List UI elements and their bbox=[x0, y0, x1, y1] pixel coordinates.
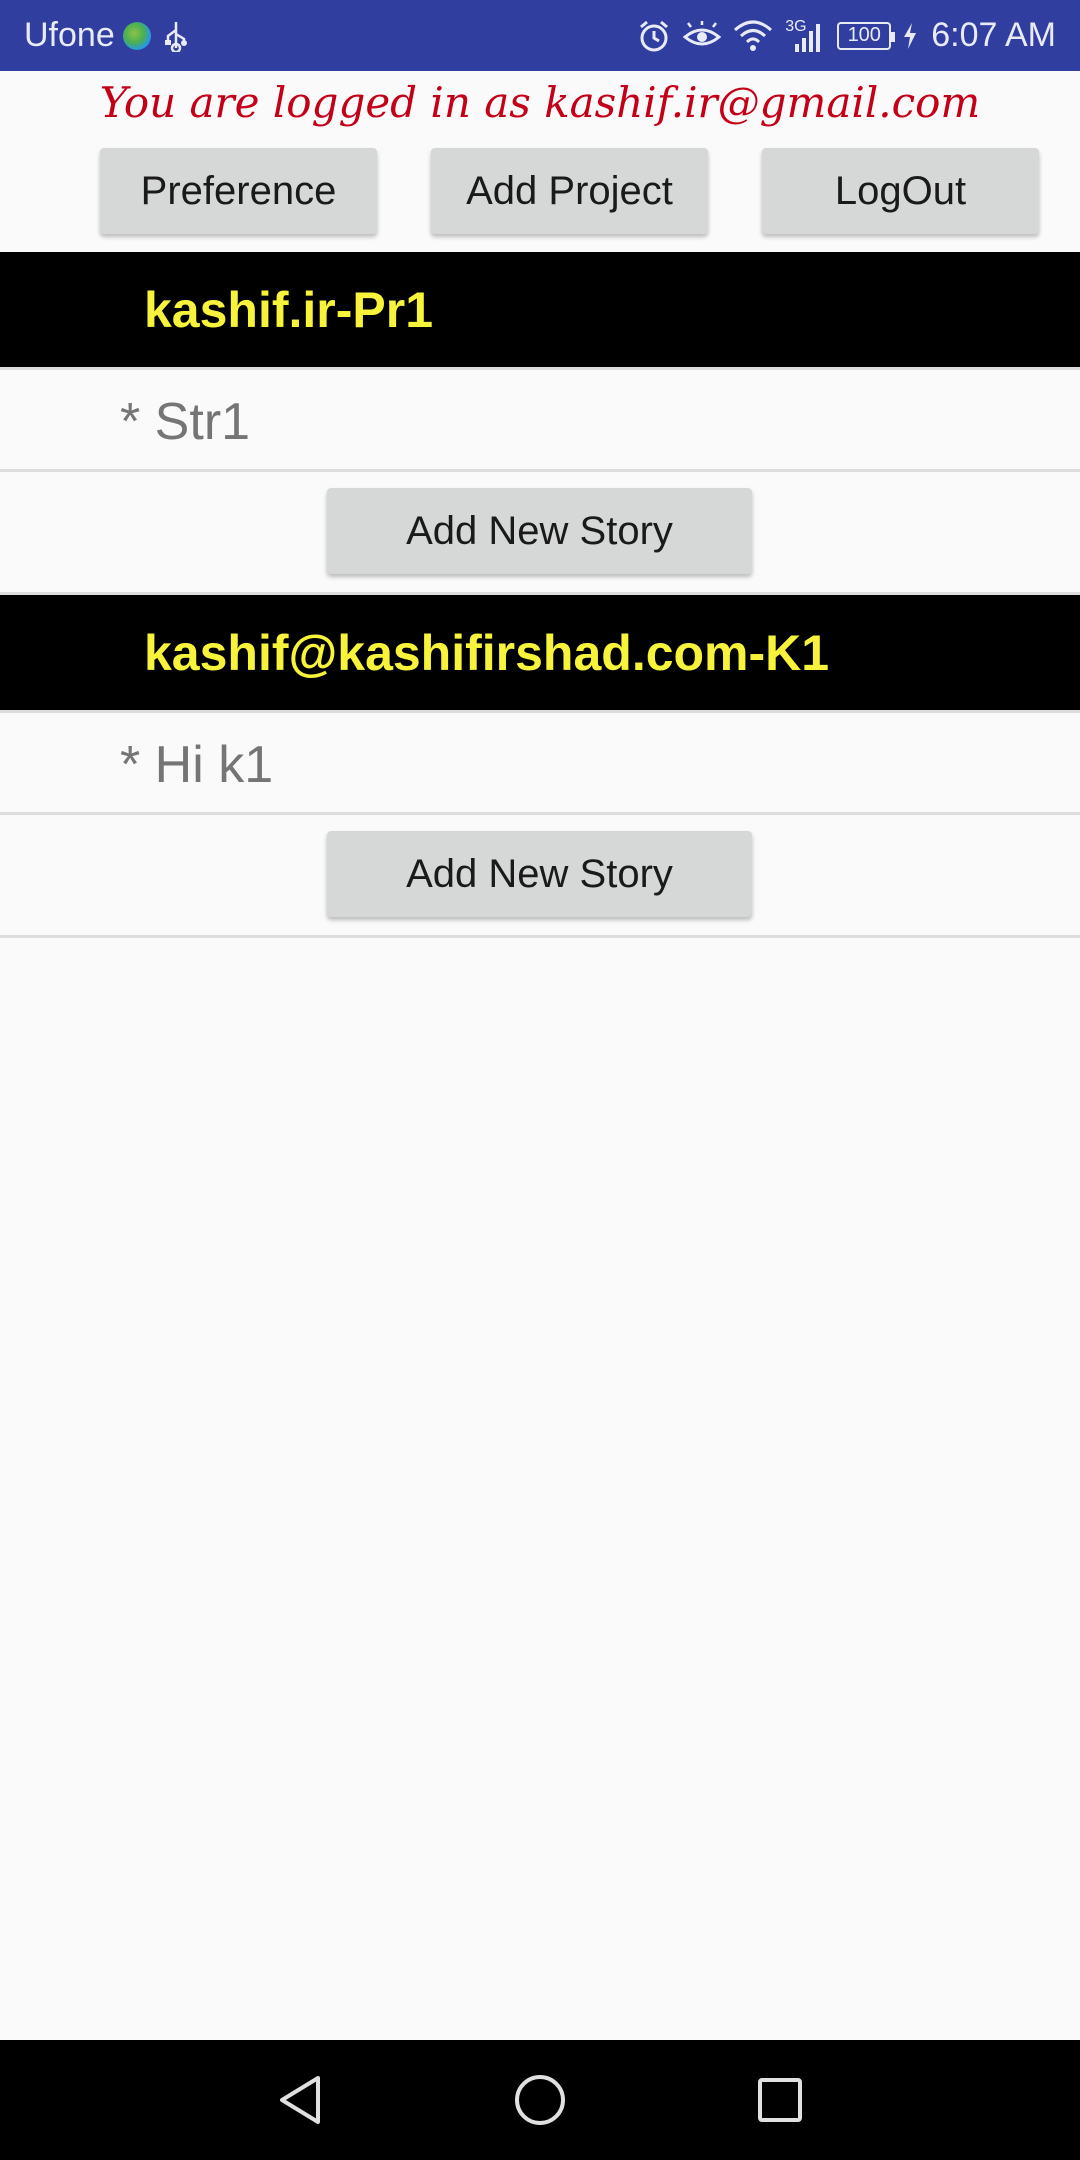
logged-in-label: You are logged in as kashif.ir@gmail.com bbox=[99, 78, 981, 127]
add-new-story-button[interactable]: Add New Story bbox=[327, 488, 752, 574]
logout-button[interactable]: LogOut bbox=[762, 148, 1039, 234]
status-bar-left: Ufone bbox=[24, 16, 189, 55]
toolbar: Preference Add Project LogOut bbox=[0, 148, 1080, 236]
wifi-icon bbox=[733, 20, 773, 52]
recents-icon[interactable] bbox=[740, 2060, 820, 2140]
divider bbox=[0, 935, 1080, 938]
eye-icon bbox=[683, 20, 722, 51]
charging-icon bbox=[903, 22, 917, 49]
back-icon[interactable] bbox=[260, 2060, 340, 2140]
status-bar: Ufone 3G 100 6:07 AM bbox=[0, 0, 1080, 71]
navigation-bar bbox=[0, 2040, 1080, 2160]
clock: 6:07 AM bbox=[931, 16, 1056, 54]
battery-level: 100 bbox=[837, 21, 896, 50]
project-header[interactable]: kashif@kashifirshad.com-K1 bbox=[0, 595, 1080, 710]
status-bar-right: 3G 100 6:07 AM bbox=[625, 16, 1056, 55]
alarm-icon bbox=[637, 19, 671, 53]
divider bbox=[0, 367, 1080, 370]
divider bbox=[0, 469, 1080, 472]
divider bbox=[0, 710, 1080, 713]
add-new-story-button[interactable]: Add New Story bbox=[327, 831, 752, 917]
divider bbox=[0, 812, 1080, 815]
home-icon[interactable] bbox=[500, 2060, 580, 2140]
usb-icon bbox=[163, 20, 189, 52]
preference-button[interactable]: Preference bbox=[100, 148, 377, 234]
carrier-name: Ufone bbox=[24, 16, 115, 54]
add-project-button[interactable]: Add Project bbox=[431, 148, 708, 234]
story-item[interactable]: * Str1 bbox=[0, 372, 1080, 472]
story-item[interactable]: * Hi k1 bbox=[0, 715, 1080, 815]
signal-icon: 3G bbox=[785, 17, 825, 52]
globe-icon bbox=[122, 21, 151, 50]
project-header[interactable]: kashif.ir-Pr1 bbox=[0, 252, 1080, 367]
network-type: 3G bbox=[785, 17, 807, 35]
battery-icon: 100 bbox=[837, 21, 896, 50]
